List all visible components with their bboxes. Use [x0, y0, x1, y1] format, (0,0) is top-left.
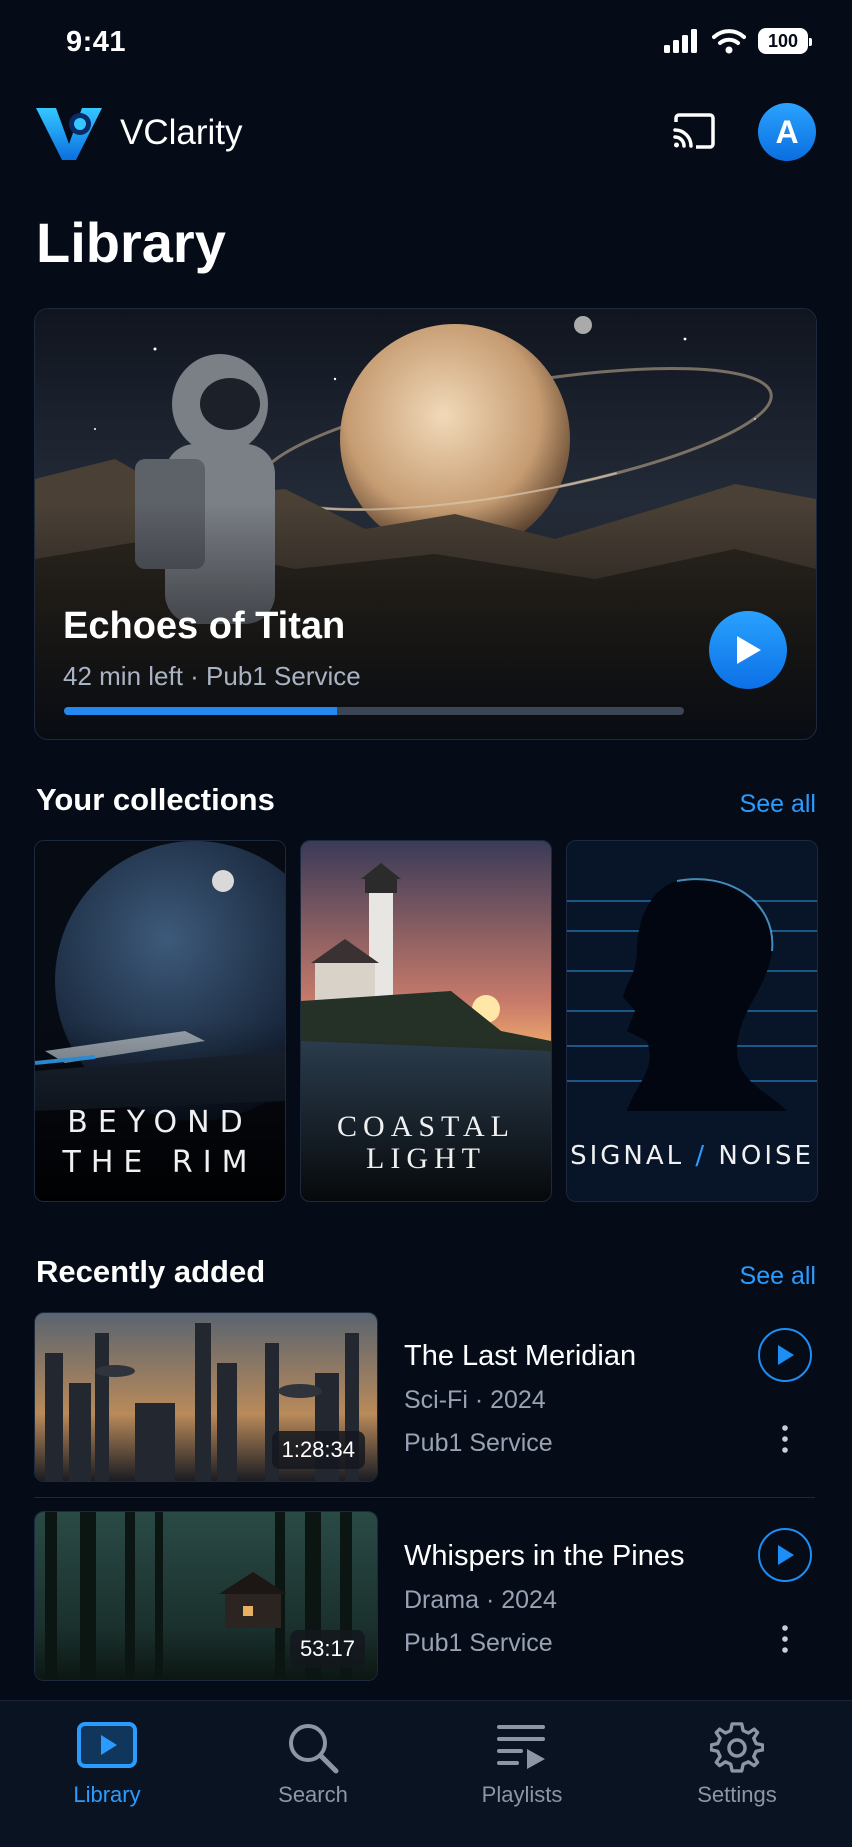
- app-brand: VClarity: [34, 104, 243, 162]
- collection-card[interactable]: BEYOND THE RIM: [34, 840, 286, 1202]
- hero-title: Echoes of Titan: [63, 605, 346, 647]
- battery-indicator: 100: [758, 28, 812, 54]
- video-thumbnail[interactable]: 53:17: [34, 1511, 378, 1681]
- playlist-icon: [497, 1725, 545, 1769]
- play-rectangle-icon: [77, 1722, 137, 1768]
- progress-fill: [64, 707, 337, 715]
- tab-library-label: Library: [73, 1782, 141, 1807]
- collection-card[interactable]: COASTAL LIGHT: [300, 840, 552, 1202]
- video-title[interactable]: Whispers in the Pines: [404, 1540, 684, 1573]
- search-icon: [289, 1724, 339, 1774]
- bottom-navigation: Library Search Playlists Settings: [0, 1700, 852, 1847]
- collection-title-part-2: NOISE: [718, 1141, 814, 1171]
- collection-title-line-1: COASTAL: [337, 1110, 515, 1143]
- duration-badge: 1:28:34: [271, 1431, 365, 1469]
- continue-watching-card[interactable]: Echoes of Titan 42 min left · Pub1 Servi…: [34, 308, 817, 740]
- video-meta: Sci-Fi · 2024: [404, 1386, 546, 1414]
- vclarity-logo-icon: [36, 108, 102, 160]
- signal-icon: [664, 29, 697, 53]
- play-icon: [778, 1345, 794, 1365]
- divider: [34, 1497, 815, 1498]
- avatar[interactable]: A: [758, 103, 816, 161]
- play-button[interactable]: [758, 1328, 812, 1382]
- play-button[interactable]: [709, 611, 787, 689]
- cast-button[interactable]: [672, 112, 716, 155]
- play-icon: [778, 1545, 794, 1565]
- video-thumbnail[interactable]: 1:28:34: [34, 1312, 378, 1482]
- progress-bar: [64, 707, 684, 715]
- status-icons: 100: [664, 28, 812, 54]
- status-time: 9:41: [66, 26, 127, 58]
- play-button[interactable]: [758, 1528, 812, 1582]
- video-service: Pub1 Service: [404, 1629, 553, 1657]
- hero-meta: 42 min left · Pub1 Service: [63, 661, 361, 691]
- tab-settings-label: Settings: [697, 1782, 777, 1807]
- video-title[interactable]: The Last Meridian: [404, 1340, 636, 1373]
- collection-title-line-2: LIGHT: [366, 1142, 486, 1175]
- tab-library[interactable]: Library: [27, 1721, 187, 1808]
- video-meta: Drama · 2024: [404, 1586, 557, 1614]
- app-name: VClarity: [120, 113, 243, 152]
- collection-title-line-2: THE RIM: [62, 1145, 258, 1180]
- more-options-button[interactable]: [779, 1624, 791, 1659]
- collections-see-all-link[interactable]: See all: [740, 790, 816, 819]
- collection-title-line-1: BEYOND: [67, 1105, 253, 1140]
- collection-title-part-1: SIGNAL: [570, 1141, 685, 1171]
- wifi-icon: [712, 29, 746, 54]
- recently-added-see-all-link[interactable]: See all: [740, 1262, 816, 1291]
- tab-playlists[interactable]: Playlists: [442, 1721, 602, 1808]
- recently-added-title: Recently added: [36, 1254, 266, 1289]
- cast-icon: [673, 113, 715, 149]
- video-service: Pub1 Service: [404, 1429, 553, 1457]
- gear-icon: [709, 1722, 765, 1773]
- more-vertical-icon: [782, 1425, 788, 1453]
- collection-title-separator: /: [695, 1141, 708, 1171]
- tab-playlists-label: Playlists: [481, 1782, 563, 1807]
- duration-badge: 53:17: [289, 1630, 365, 1668]
- play-icon: [737, 636, 761, 664]
- more-vertical-icon: [782, 1625, 788, 1653]
- more-options-button[interactable]: [779, 1424, 791, 1459]
- collections-title: Your collections: [36, 782, 275, 817]
- page-title: Library: [36, 211, 226, 274]
- collection-card[interactable]: SIGNAL / NOISE: [566, 840, 818, 1202]
- tab-search-label: Search: [278, 1782, 348, 1807]
- tab-search[interactable]: Search: [233, 1721, 393, 1808]
- tab-settings[interactable]: Settings: [657, 1721, 817, 1808]
